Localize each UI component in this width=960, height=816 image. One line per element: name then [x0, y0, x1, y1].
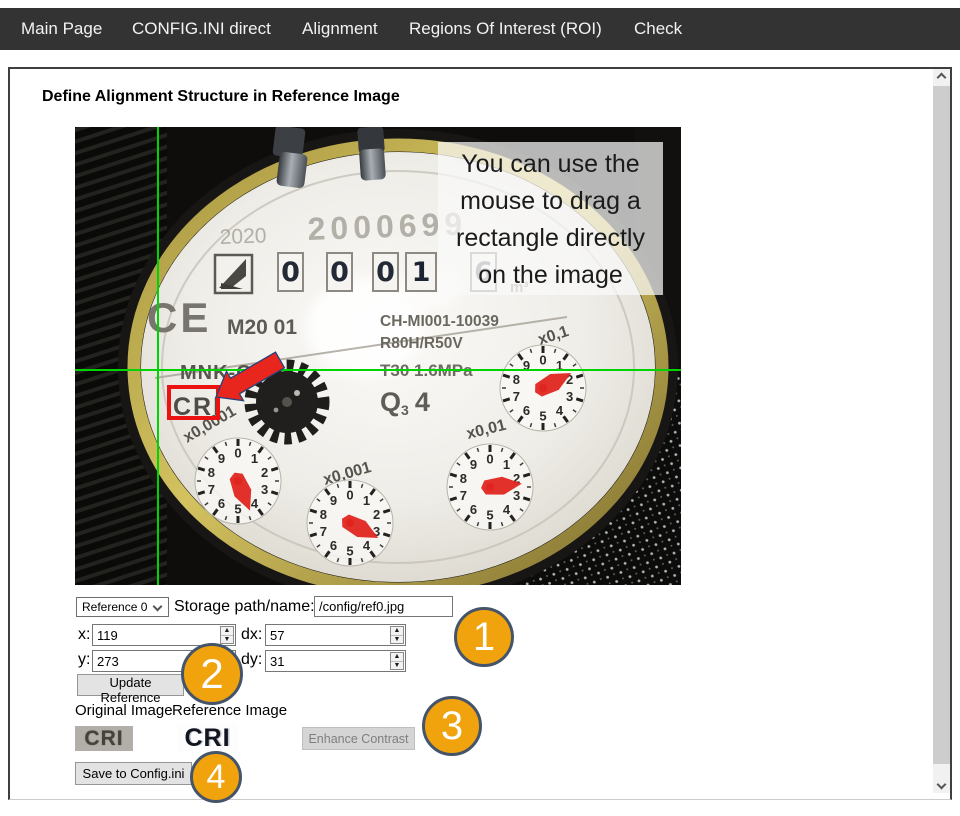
nav-item-main-page[interactable]: Main Page	[21, 8, 102, 50]
svg-text:9: 9	[218, 451, 225, 466]
overlay-line: You can use the	[438, 146, 663, 183]
meter-flow-class: R80H/R50V	[380, 335, 463, 352]
meter-year: 2020	[219, 224, 266, 249]
svg-text:2: 2	[261, 465, 268, 480]
svg-text:3: 3	[513, 488, 520, 503]
svg-text:5: 5	[346, 544, 353, 559]
overlay-line: mouse to drag a	[438, 183, 663, 220]
svg-text:7: 7	[208, 482, 215, 497]
meter-model: CH-MI001-10039	[380, 313, 499, 330]
chevron-down-icon	[153, 602, 163, 612]
svg-text:4: 4	[363, 538, 371, 553]
vertical-scrollbar[interactable]	[933, 69, 950, 793]
svg-text:4: 4	[503, 502, 511, 517]
reference-select-value: Reference 0	[82, 600, 147, 614]
reference-select[interactable]: Reference 0	[76, 597, 169, 617]
x-spinner[interactable]: ▲▼	[220, 626, 234, 644]
spinner-down-icon[interactable]: ▼	[391, 636, 403, 644]
dx-label: dx:	[241, 626, 262, 644]
dx-spinner[interactable]: ▲▼	[390, 626, 404, 644]
save-to-config-button[interactable]: Save to Config.ini	[75, 762, 192, 785]
step-badge-4: 4	[190, 751, 242, 803]
odometer-digit: 1	[405, 252, 437, 292]
y-label: y:	[78, 651, 90, 669]
crosshair-horizontal-line	[75, 369, 681, 371]
reference-image-thumbnail: CRI	[177, 724, 238, 753]
spinner-up-icon[interactable]: ▲	[391, 627, 403, 636]
chevron-up-icon	[937, 73, 947, 83]
original-image-label: Original Image	[75, 702, 173, 719]
overlay-line: rectangle directly	[438, 220, 663, 257]
svg-text:1: 1	[363, 493, 370, 508]
svg-text:0: 0	[539, 353, 546, 368]
update-reference-button[interactable]: Update Reference	[77, 674, 184, 696]
nav-item-alignment[interactable]: Alignment	[302, 8, 378, 50]
svg-text:4: 4	[556, 403, 564, 418]
svg-text:7: 7	[320, 524, 327, 539]
storage-path-input[interactable]	[314, 596, 453, 617]
enhance-contrast-button[interactable]: Enhance Contrast	[302, 727, 415, 750]
dy-label: dy:	[241, 651, 262, 669]
top-nav-bar: Main Page CONFIG.INI direct Alignment Re…	[0, 8, 960, 50]
svg-text:0: 0	[234, 446, 241, 461]
chevron-down-icon	[937, 780, 947, 790]
svg-text:8: 8	[208, 465, 215, 480]
svg-text:5: 5	[539, 409, 546, 424]
svg-text:8: 8	[460, 471, 467, 486]
svg-text:6: 6	[218, 496, 225, 511]
red-arrow-icon	[205, 349, 289, 407]
svg-text:0: 0	[486, 452, 493, 467]
spinner-up-icon[interactable]: ▲	[391, 653, 403, 662]
reference-image[interactable]: 2020 2000699 CE M20 01 CH-MI001-10039 R8…	[75, 127, 681, 585]
nav-item-config-ini[interactable]: CONFIG.INI direct	[132, 8, 271, 50]
spinner-down-icon[interactable]: ▼	[391, 662, 403, 670]
svg-text:7: 7	[513, 389, 520, 404]
svg-text:4: 4	[251, 496, 259, 511]
meter-flag-icon	[215, 255, 252, 293]
odometer-digit: 0	[372, 252, 399, 292]
original-image-thumbnail: CRI	[75, 726, 133, 751]
scroll-down-button[interactable]	[933, 776, 950, 793]
svg-text:6: 6	[470, 502, 477, 517]
step-badge-1: 1	[454, 607, 514, 667]
instruction-overlay: You can use the mouse to drag a rectangl…	[438, 142, 663, 295]
svg-text:2: 2	[373, 507, 380, 522]
reference-image-label: Reference Image	[172, 702, 287, 719]
svg-text:3: 3	[261, 482, 268, 497]
scroll-up-button[interactable]	[933, 69, 950, 86]
spinner-down-icon[interactable]: ▼	[221, 636, 233, 644]
overlay-line: on the image	[438, 257, 663, 294]
step-badge-2: 2	[181, 643, 243, 705]
scrollbar-thumb[interactable]	[933, 86, 950, 764]
svg-text:1: 1	[503, 457, 510, 472]
svg-text:5: 5	[486, 508, 493, 523]
dy-input[interactable]	[265, 650, 406, 672]
nav-item-roi[interactable]: Regions Of Interest (ROI)	[409, 8, 602, 50]
crosshair-vertical-line	[157, 127, 159, 585]
svg-text:6: 6	[330, 538, 337, 553]
spinner-up-icon[interactable]: ▲	[221, 627, 233, 636]
dx-input[interactable]	[265, 624, 406, 646]
dx-field: ▲▼	[265, 624, 406, 646]
svg-text:6: 6	[523, 403, 530, 418]
storage-path-label: Storage path/name:	[174, 598, 315, 616]
dy-field: ▲▼	[265, 650, 406, 672]
svg-text:0: 0	[346, 488, 353, 503]
svg-text:9: 9	[330, 493, 337, 508]
svg-text:3: 3	[566, 389, 573, 404]
svg-text:7: 7	[460, 488, 467, 503]
x-label: x:	[78, 626, 90, 644]
odometer-digit: 0	[277, 252, 304, 292]
meter-approval: M20 01	[227, 316, 297, 339]
dy-spinner[interactable]: ▲▼	[390, 652, 404, 670]
odometer-digit: 0	[326, 252, 353, 292]
svg-text:9: 9	[470, 457, 477, 472]
step-badge-3: 3	[422, 696, 482, 756]
svg-text:5: 5	[234, 502, 241, 517]
svg-text:8: 8	[513, 372, 520, 387]
page-title: Define Alignment Structure in Reference …	[42, 88, 400, 106]
nav-item-check[interactable]: Check	[634, 8, 682, 50]
svg-text:1: 1	[251, 451, 258, 466]
svg-text:8: 8	[320, 507, 327, 522]
